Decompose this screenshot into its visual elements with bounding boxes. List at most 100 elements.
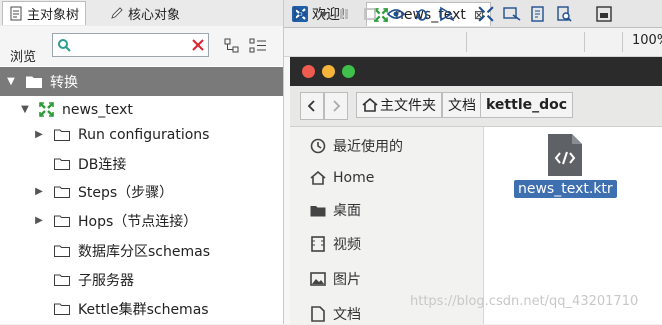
toolbar-separator (466, 32, 467, 52)
file-manager-titlebar[interactable] (290, 57, 662, 86)
sidebar-item-videos[interactable]: 视频 (310, 233, 361, 255)
toolbar (284, 28, 662, 57)
tree-label: Steps（步骤） (78, 184, 174, 201)
preview-icon[interactable] (386, 4, 406, 24)
document-icon (310, 306, 326, 322)
file-manager-navbar: 主文件夹 文档 kettle_doc (290, 86, 662, 127)
sidebar-item-home[interactable]: Home (310, 167, 374, 189)
debug-icon[interactable] (412, 4, 432, 24)
breadcrumb-home[interactable]: 主文件夹 (356, 92, 442, 118)
video-icon (310, 236, 326, 252)
expanded-arrow-icon[interactable]: ▼ (18, 104, 32, 115)
search-icon (58, 39, 71, 52)
tree-label: Run configurations (78, 126, 210, 143)
sidebar-label: 文档 (333, 307, 361, 323)
sidebar-item-desktop[interactable]: 桌面 (310, 199, 361, 221)
tab-main-tree-label: 主对象树 (27, 8, 80, 23)
folder-icon (54, 158, 70, 170)
sidebar-label: 最近使用的 (333, 139, 403, 155)
sidebar-label: 视频 (333, 237, 361, 253)
collapsed-arrow-icon[interactable]: ▶ (32, 215, 46, 226)
close-window-button[interactable] (302, 65, 315, 78)
replay-icon[interactable] (436, 4, 456, 24)
expand-all-icon[interactable] (249, 38, 267, 54)
tree-node-hops[interactable]: ▶ Hops（节点连接） (0, 206, 283, 235)
back-button[interactable] (300, 92, 324, 120)
explore-db-icon[interactable] (554, 4, 574, 24)
tree-label-transformations: 转换 (50, 74, 78, 91)
tree-label: Kettle集群schemas (78, 301, 209, 318)
chevron-right-icon (333, 100, 341, 112)
stop-icon[interactable] (360, 4, 380, 24)
tab-core-objects[interactable]: 核心对象 (104, 1, 186, 25)
collapsed-arrow-icon[interactable]: ▶ (32, 129, 46, 140)
toolbar-separator (622, 32, 623, 52)
breadcrumb-label: 主文件夹 (380, 98, 436, 114)
document-tree-icon (10, 6, 22, 21)
browse-label: 浏览 (10, 50, 37, 65)
home-icon (310, 170, 326, 186)
desktop-folder-icon (310, 202, 326, 218)
file-item-news-text[interactable] (544, 132, 584, 182)
tree-node-db-connections[interactable]: DB连接 (0, 149, 283, 178)
file-name-label[interactable]: news_text.ktr (514, 180, 617, 198)
maximize-window-button[interactable] (342, 65, 355, 78)
transformation-icon (39, 102, 54, 117)
breadcrumb-kettle-doc[interactable]: kettle_doc (480, 92, 574, 118)
tree-label: DB连接 (78, 156, 127, 173)
clock-icon (310, 138, 326, 154)
chevron-left-icon (307, 100, 315, 112)
tab-core-objects-label: 核心对象 (128, 7, 181, 23)
tree-node-slave-servers[interactable]: 子服务器 (0, 265, 283, 294)
folder-icon (54, 245, 70, 257)
tree-node-run-configurations[interactable]: ▶ Run configurations (0, 120, 283, 149)
tree-node-transformations[interactable]: ▼ 转换 (0, 67, 283, 96)
sidebar-label: 图片 (333, 272, 361, 288)
tree-label: 子服务器 (78, 272, 134, 289)
folder-icon (54, 274, 70, 286)
folder-icon (54, 186, 70, 198)
tree-node-partition-schemas[interactable]: 数据库分区schemas (0, 236, 283, 265)
expanded-arrow-icon[interactable]: ▼ (4, 76, 18, 87)
show-results-icon[interactable] (594, 4, 614, 24)
breadcrumb-label: 文档 (448, 98, 476, 114)
sidebar-item-documents[interactable]: 文档 (310, 303, 361, 325)
folder-icon (54, 129, 70, 141)
sidebar-item-pictures[interactable]: 图片 (310, 268, 361, 290)
code-file-icon (548, 134, 582, 176)
sidebar-item-recent[interactable]: 最近使用的 (310, 135, 403, 157)
pause-icon[interactable] (334, 4, 354, 24)
folder-icon (26, 76, 42, 88)
toolbar-separator (584, 32, 585, 52)
forward-button[interactable] (324, 92, 348, 120)
collapse-all-icon[interactable] (224, 38, 240, 54)
run-icon[interactable] (290, 4, 310, 24)
folder-icon (54, 303, 70, 315)
left-tab-bar: 主对象树 核心对象 (0, 0, 283, 27)
search-box[interactable] (52, 33, 209, 57)
sql-icon[interactable] (528, 4, 548, 24)
folder-icon (54, 215, 70, 227)
dropdown-icon[interactable] (314, 4, 334, 24)
pencil-icon (111, 7, 123, 19)
picture-icon (310, 271, 326, 287)
breadcrumb-label: kettle_doc (486, 97, 568, 113)
sidebar-label: Home (333, 170, 375, 186)
zoom-level[interactable]: 100% (632, 33, 662, 48)
watermark: https://blog.csdn.net/qq_43201710 (410, 294, 639, 309)
tree-node-cluster-schemas[interactable]: Kettle集群schemas (0, 294, 283, 323)
tree-label: 数据库分区schemas (78, 243, 210, 260)
impact-icon[interactable] (502, 4, 522, 24)
tree-label: Hops（节点连接） (78, 213, 198, 230)
clear-search-icon[interactable] (192, 39, 204, 51)
breadcrumb-documents[interactable]: 文档 (442, 92, 482, 118)
tree-label-news-text: news_text (62, 101, 133, 118)
verify-icon[interactable] (476, 4, 496, 24)
sidebar-label: 桌面 (333, 203, 361, 219)
collapsed-arrow-icon[interactable]: ▶ (32, 186, 46, 197)
search-input[interactable] (75, 36, 189, 56)
minimize-window-button[interactable] (322, 65, 335, 78)
tab-main-tree[interactable]: 主对象树 (2, 1, 87, 25)
home-icon (362, 98, 378, 112)
tree-node-steps[interactable]: ▶ Steps（步骤） (0, 177, 283, 206)
